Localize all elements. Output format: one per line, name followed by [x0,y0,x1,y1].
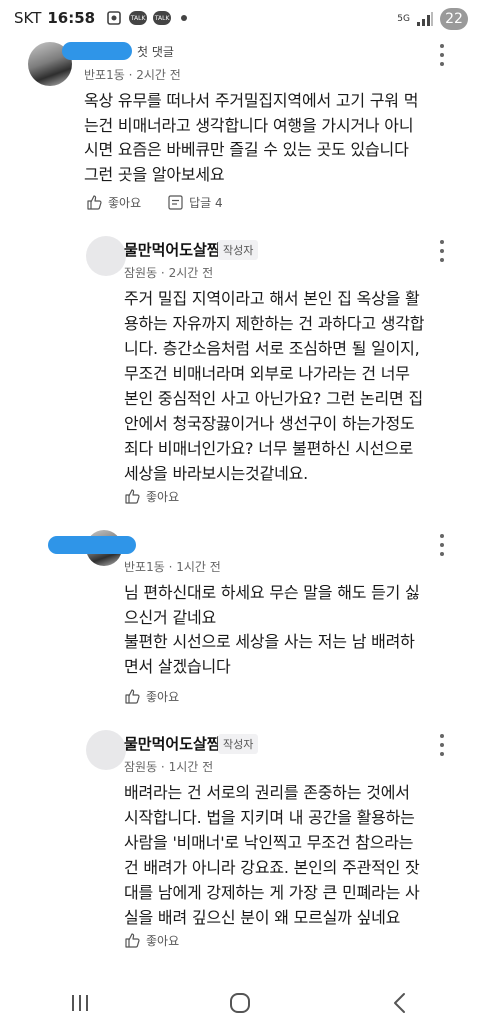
comment-body: 옥상 유무를 떠나서 주거밀집지역에서 고기 구워 먹 는건 비매너라고 생각합… [84,91,419,184]
back-icon [394,992,405,1013]
network-5g-icon: 5G [397,13,410,24]
kakaotalk-icon: TALK [153,11,172,25]
comment-meta: 반포1동 · 2시간 전 [84,68,181,82]
redacted-username [48,536,136,554]
avatar[interactable] [86,730,126,770]
recent-apps-button[interactable] [50,983,110,1023]
author-name[interactable]: 물만먹어도살찜 [124,239,221,260]
comment-meta: 잠원동 · 2시간 전 [124,266,214,280]
home-button[interactable] [210,983,270,1023]
reply-icon [168,195,183,210]
home-icon [230,992,250,1013]
kakaotalk-icon: TALK [129,11,148,25]
author-badge: 작성자 [218,240,259,260]
like-button[interactable]: 좋아요 [124,688,179,705]
battery-indicator: 22 [440,8,468,30]
signal-icon [417,12,433,26]
comment-meta: 반포1동 · 1시간 전 [124,560,221,574]
back-button[interactable] [370,983,430,1023]
like-button[interactable]: 좋아요 [124,932,179,949]
thumbs-up-icon [125,489,140,504]
more-options-icon[interactable] [437,534,447,556]
system-nav-bar [0,976,480,1029]
comment-meta: 잠원동 · 1시간 전 [124,760,214,774]
like-button[interactable]: 좋아요 [86,194,141,211]
clock: 16:58 [47,9,96,27]
thumbs-up-icon [125,689,140,704]
reply-comment: 물만먹어도살찜 작성자 잠원동 · 1시간 전 배려라는 건 서로의 권리를 존… [0,722,480,962]
status-bar: SKT 16:58 TALK TALK 5G 22 [0,0,480,36]
comment-body: 주거 밀집 지역이라고 해서 본인 집 옥상을 활 용하는 자유까지 제한하는 … [124,289,425,483]
thumbs-up-icon [87,195,102,210]
more-options-icon[interactable] [437,44,447,66]
more-options-icon[interactable] [437,240,447,262]
more-options-icon[interactable] [437,734,447,756]
redacted-username [62,42,132,60]
author-name[interactable]: 물만먹어도살찜 [124,733,221,754]
comment: 첫 댓글 반포1동 · 2시간 전 옥상 유무를 떠나서 주거밀집지역에서 고기… [0,36,480,226]
comment-body: 님 편하신대로 하세요 무슨 말을 해도 듣기 싫 으신거 같네요 불편한 시선… [124,583,420,676]
author-badge: 작성자 [218,734,259,754]
first-comment-badge: 첫 댓글 [137,45,174,59]
thumbs-up-icon [125,933,140,948]
reply-comment: 물만먹어도살찜 작성자 잠원동 · 2시간 전 주거 밀집 지역이라고 해서 본… [0,226,480,516]
carrier-label: SKT [14,9,42,27]
comment-body: 배려라는 건 서로의 권리를 존중하는 것에서 시작합니다. 법을 지키며 내 … [124,783,420,927]
reply-comment: 반포1동 · 1시간 전 님 편하신대로 하세요 무슨 말을 해도 듣기 싫 으… [0,528,480,713]
reply-button[interactable]: 답글 4 [167,194,223,211]
avatar[interactable] [86,236,126,276]
recent-apps-icon [72,994,88,1011]
like-button[interactable]: 좋아요 [124,488,179,505]
notification-dot-icon [181,15,188,21]
screenshot-icon [105,9,123,27]
